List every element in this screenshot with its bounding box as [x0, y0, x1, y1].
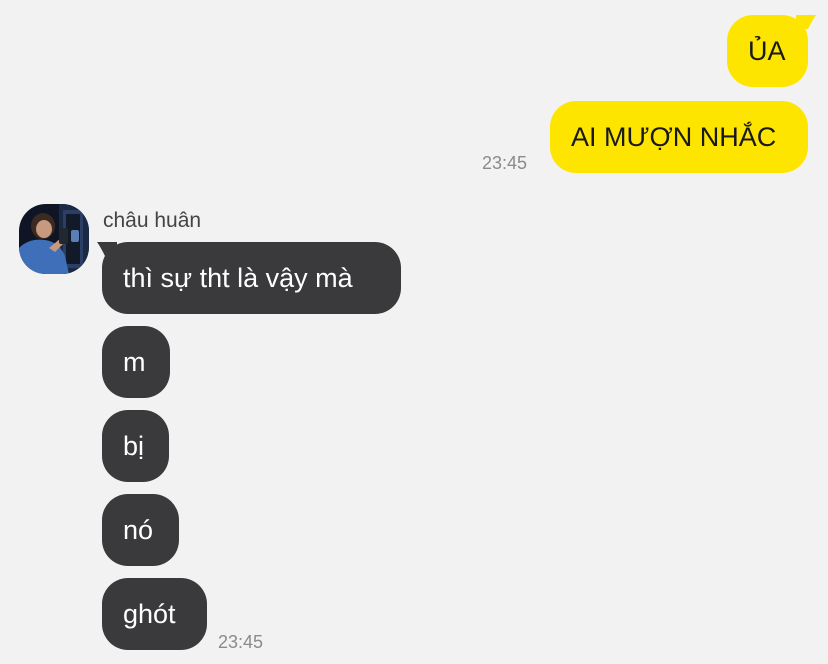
message-text: ỦA: [748, 36, 786, 66]
incoming-message-bubble[interactable]: thì sự tht là vậy mà: [102, 242, 401, 314]
message-text: nó: [123, 515, 154, 545]
message-text: bị: [123, 431, 145, 461]
profile-photo-avatar-icon: [19, 204, 89, 274]
message-text: m: [123, 347, 146, 377]
bubble-tail-icon: [796, 15, 816, 29]
avatar[interactable]: [19, 204, 89, 274]
outgoing-message-bubble[interactable]: AI MƯỢN NHẮC: [550, 101, 808, 173]
incoming-message-bubble[interactable]: ghót: [102, 578, 207, 650]
sender-name: châu huân: [103, 209, 202, 232]
incoming-message-bubble[interactable]: nó: [102, 494, 179, 566]
incoming-message-bubble[interactable]: m: [102, 326, 170, 398]
message-timestamp: 23:45: [482, 153, 528, 173]
incoming-message-bubble[interactable]: bị: [102, 410, 169, 482]
message-text: AI MƯỢN NHẮC: [571, 122, 777, 152]
message-text: ghót: [123, 599, 176, 629]
message-text: thì sự tht là vậy mà: [123, 263, 353, 293]
message-timestamp: 23:45: [218, 632, 264, 652]
